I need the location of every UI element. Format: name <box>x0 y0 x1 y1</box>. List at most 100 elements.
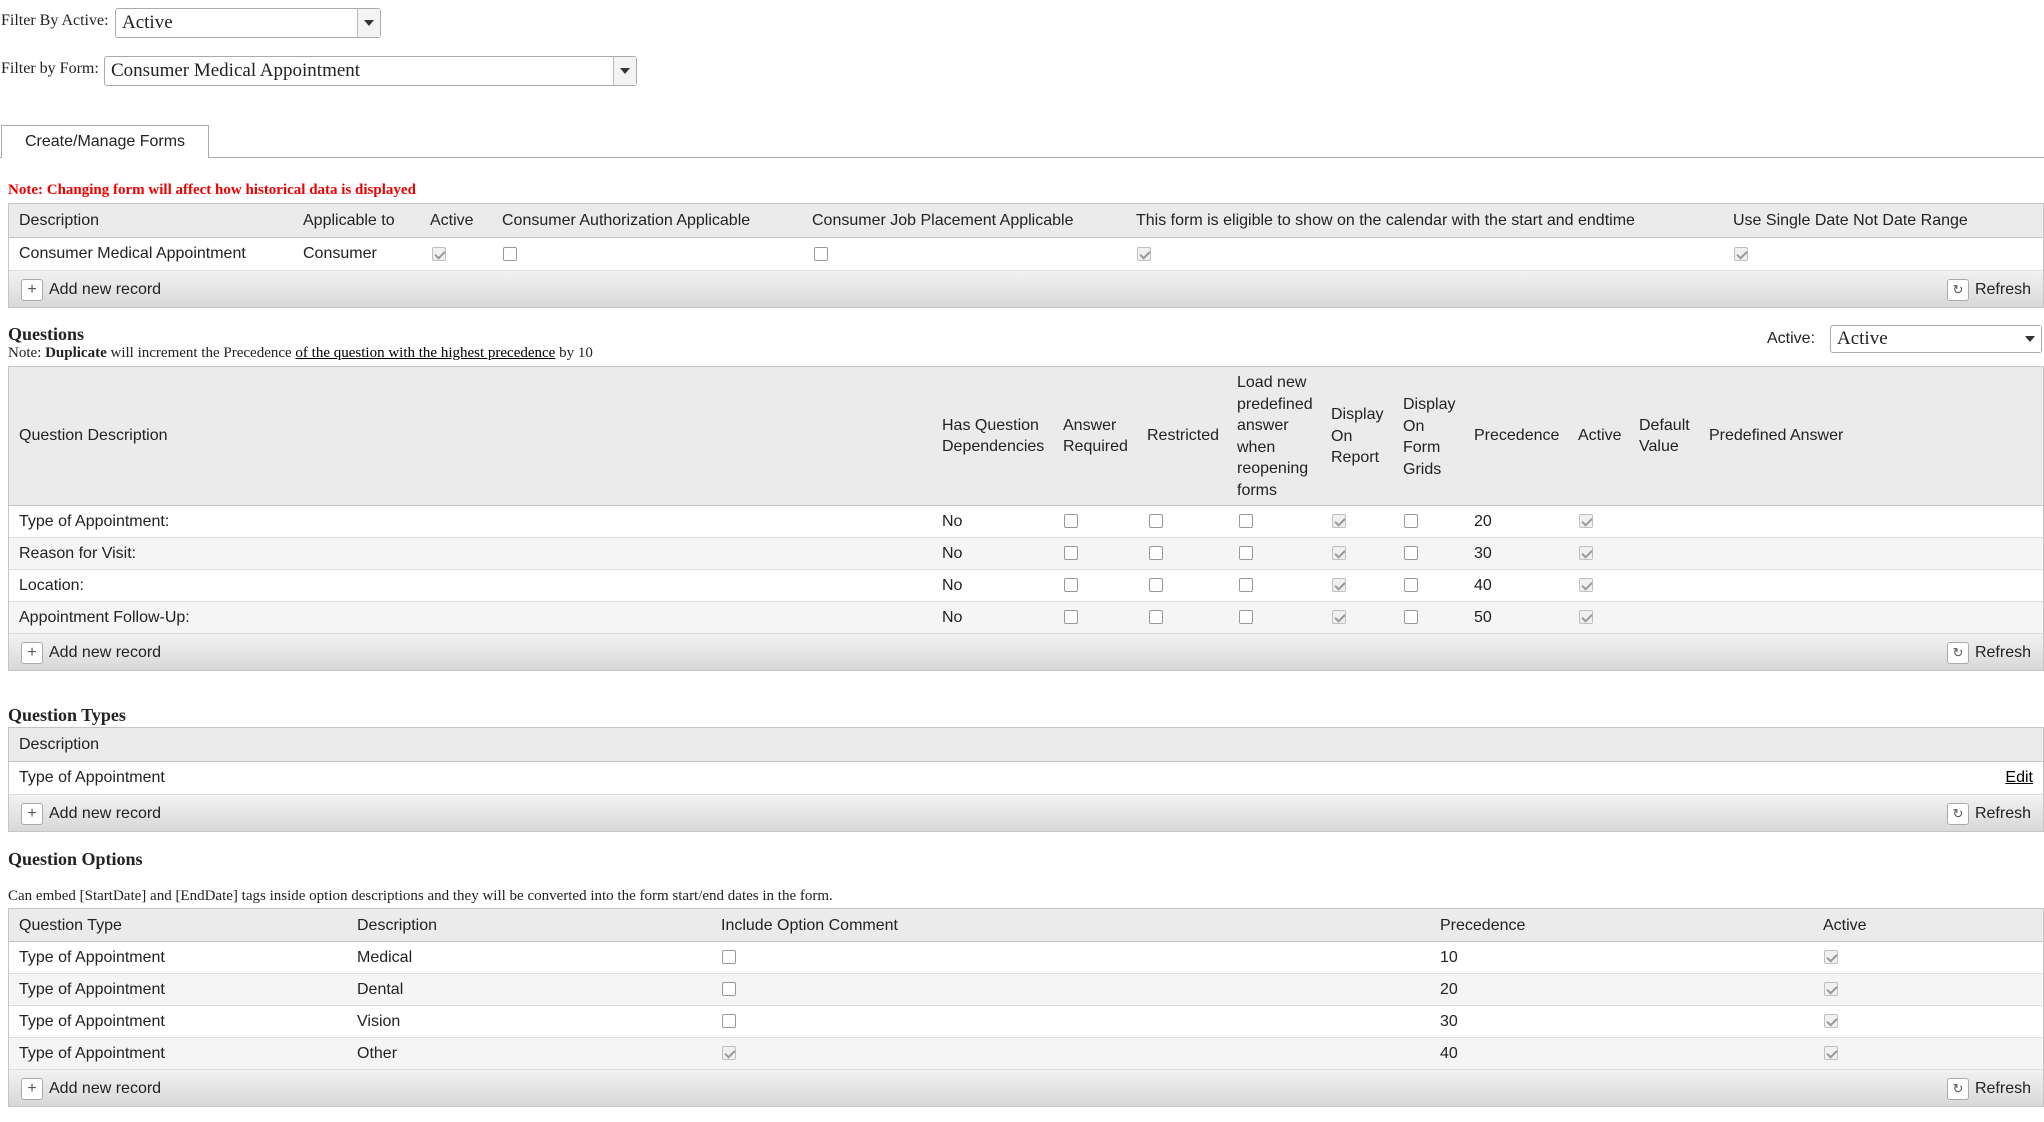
option-precedence: 10 <box>1440 949 1458 966</box>
col-applicable-to[interactable]: Applicable to <box>303 211 395 230</box>
display-report-checkbox <box>1332 514 1346 528</box>
table-row[interactable]: Type of Appointment Other 40 <box>9 1038 2043 1070</box>
tab-create-manage-forms[interactable]: Create/Manage Forms <box>1 125 209 158</box>
col-single-date[interactable]: Use Single Date Not Date Range <box>1733 211 1968 230</box>
col-auth-applicable[interactable]: Consumer Authorization Applicable <box>502 211 750 230</box>
table-row[interactable]: Type of Appointment Edit <box>9 762 2043 795</box>
refresh-icon: ↻ <box>1946 1078 1969 1100</box>
chevron-down-icon[interactable] <box>2019 326 2041 352</box>
display-grids-checkbox <box>1404 578 1418 592</box>
precedence-value: 30 <box>1474 545 1492 562</box>
col-predefined-answer[interactable]: Predefined Answer <box>1709 426 1843 445</box>
add-new-record-button[interactable]: + Add new record <box>21 1078 161 1100</box>
grid-header: Description Applicable to Active Consume… <box>9 204 2043 238</box>
edit-link[interactable]: Edit <box>2005 768 2033 787</box>
active-checkbox <box>1824 1046 1838 1060</box>
grid-header: Question Description Has Question Depend… <box>9 367 2043 506</box>
calendar-eligible-checkbox <box>1137 247 1151 261</box>
question-description: Appointment Follow-Up: <box>19 609 190 626</box>
chevron-down-icon[interactable] <box>613 57 636 85</box>
col-default-value[interactable]: Default Value <box>1639 415 1701 457</box>
table-row[interactable]: Location: No 40 <box>9 570 2043 602</box>
has-dependencies-value: No <box>942 545 963 562</box>
precedence-value: 20 <box>1474 513 1492 530</box>
refresh-button[interactable]: ↻ Refresh <box>1946 1078 2031 1100</box>
table-row[interactable]: Type of Appointment Medical 10 <box>9 942 2043 974</box>
filter-active-label: Filter By Active: <box>1 12 109 29</box>
active-checkbox <box>1824 1014 1838 1028</box>
restricted-checkbox <box>1149 514 1163 528</box>
tab-divider <box>0 157 2044 158</box>
filter-active-select[interactable]: Active <box>115 8 381 38</box>
col-precedence[interactable]: Precedence <box>1440 916 1525 935</box>
col-description[interactable]: Description <box>19 735 99 754</box>
question-description: Type of Appointment: <box>19 513 170 530</box>
question-options-title: Question Options <box>8 849 143 869</box>
add-new-record-button[interactable]: + Add new record <box>21 642 161 664</box>
refresh-button[interactable]: ↻ Refresh <box>1946 279 2031 301</box>
questions-active-select[interactable]: Active <box>1830 325 2042 353</box>
table-row[interactable]: Type of Appointment Vision 30 <box>9 1006 2043 1038</box>
col-calendar-eligible[interactable]: This form is eligible to show on the cal… <box>1136 211 1635 230</box>
col-precedence[interactable]: Precedence <box>1474 426 1559 445</box>
col-job-placement[interactable]: Consumer Job Placement Applicable <box>812 211 1073 230</box>
display-report-checkbox <box>1332 610 1346 624</box>
questions-active-value: Active <box>1837 328 1888 349</box>
display-grids-checkbox <box>1404 610 1418 624</box>
load-new-checkbox <box>1239 514 1253 528</box>
col-description[interactable]: Description <box>357 916 437 935</box>
question-types-title: Question Types <box>8 705 126 725</box>
active-checkbox <box>1579 610 1593 624</box>
answer-required-checkbox <box>1064 610 1078 624</box>
question-types-grid: Description Type of Appointment Edit + A… <box>8 727 2044 832</box>
col-display-on-report[interactable]: Display On Report <box>1331 404 1389 469</box>
option-description: Dental <box>357 981 404 998</box>
col-display-on-form-grids[interactable]: Display On Form Grids <box>1403 394 1461 480</box>
include-comment-checkbox <box>722 950 736 964</box>
col-question-type[interactable]: Question Type <box>19 916 122 935</box>
form-applicable-to: Consumer <box>303 245 377 262</box>
table-row[interactable]: Type of Appointment Dental 20 <box>9 974 2043 1006</box>
highest-precedence-link[interactable]: of the question with the highest precede… <box>295 345 555 361</box>
col-answer-required[interactable]: Answer Required <box>1063 415 1133 457</box>
col-question-description[interactable]: Question Description <box>19 426 168 445</box>
col-active[interactable]: Active <box>1578 426 1622 445</box>
plus-icon: + <box>21 642 43 664</box>
filter-form-label: Filter by Form: <box>1 60 99 77</box>
refresh-icon: ↻ <box>1946 803 1969 825</box>
questions-note: Note: Duplicate will increment the Prece… <box>8 345 593 361</box>
col-has-dependencies[interactable]: Has Question Dependencies <box>942 415 1054 457</box>
load-new-checkbox <box>1239 578 1253 592</box>
single-date-checkbox <box>1734 247 1748 261</box>
answer-required-checkbox <box>1064 546 1078 560</box>
col-description[interactable]: Description <box>19 211 99 230</box>
restricted-checkbox <box>1149 610 1163 624</box>
refresh-button[interactable]: ↻ Refresh <box>1946 803 2031 825</box>
has-dependencies-value: No <box>942 513 963 530</box>
col-include-option-comment[interactable]: Include Option Comment <box>721 916 898 935</box>
table-row[interactable]: Type of Appointment: No 20 <box>9 506 2043 538</box>
questions-title: Questions <box>8 324 85 344</box>
table-row[interactable]: Consumer Medical Appointment Consumer <box>9 238 2043 271</box>
table-row[interactable]: Reason for Visit: No 30 <box>9 538 2043 570</box>
col-restricted[interactable]: Restricted <box>1147 426 1219 445</box>
add-new-record-button[interactable]: + Add new record <box>21 279 161 301</box>
option-precedence: 30 <box>1440 1013 1458 1030</box>
display-grids-checkbox <box>1404 546 1418 560</box>
table-row[interactable]: Appointment Follow-Up: No 50 <box>9 602 2043 634</box>
grid-toolbar: + Add new record ↻ Refresh <box>9 634 2043 670</box>
answer-required-checkbox <box>1064 514 1078 528</box>
option-description: Vision <box>357 1013 401 1030</box>
chevron-down-icon[interactable] <box>357 9 380 37</box>
questions-grid: Question Description Has Question Depend… <box>8 366 2044 671</box>
grid-header: Description <box>9 728 2043 762</box>
filter-form-select[interactable]: Consumer Medical Appointment <box>104 56 637 86</box>
precedence-value: 40 <box>1474 577 1492 594</box>
col-active[interactable]: Active <box>1823 916 1867 935</box>
col-load-new-predefined[interactable]: Load new predefined answer when reopenin… <box>1237 372 1319 501</box>
option-precedence: 20 <box>1440 981 1458 998</box>
include-comment-checkbox <box>722 982 736 996</box>
col-active[interactable]: Active <box>430 211 474 230</box>
refresh-button[interactable]: ↻ Refresh <box>1946 642 2031 664</box>
add-new-record-button[interactable]: + Add new record <box>21 803 161 825</box>
